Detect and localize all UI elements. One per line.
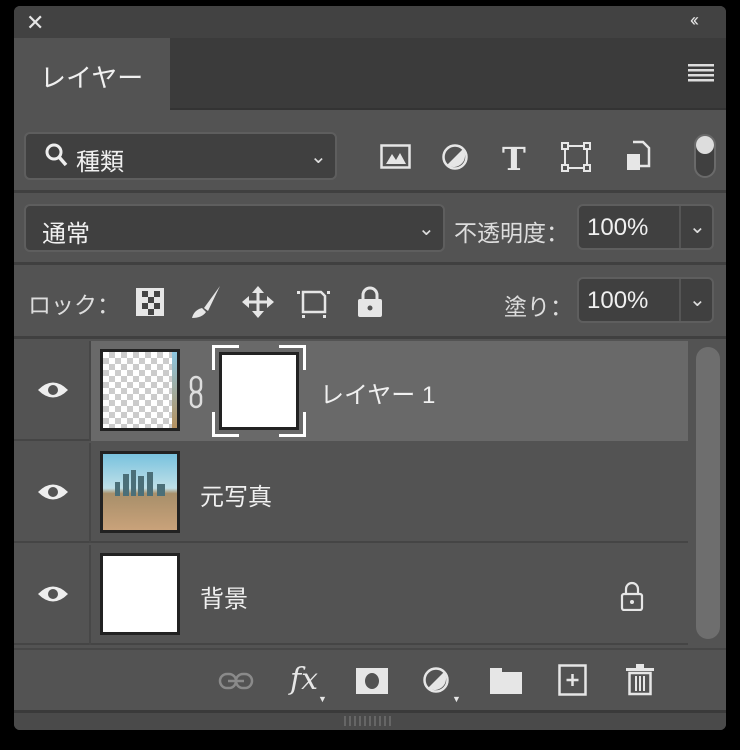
divider — [14, 190, 726, 193]
dropdown-arrow-icon: ▼ — [318, 694, 327, 704]
visibility-toggle[interactable] — [14, 545, 91, 645]
opacity-input[interactable]: 100% ⌄ — [577, 204, 714, 250]
filter-kind-select[interactable]: 種類 ⌄ — [24, 132, 337, 180]
fill-label: 塗り： — [504, 294, 573, 320]
eye-icon — [38, 382, 68, 398]
shape-layer-filter-icon[interactable] — [561, 142, 591, 177]
new-layer-icon[interactable] — [558, 664, 588, 696]
lock-position-move-icon[interactable] — [242, 286, 274, 323]
chevron-down-icon: ⌄ — [310, 146, 327, 168]
fill-input[interactable]: 100% ⌄ — [577, 277, 714, 323]
type-layer-filter-icon[interactable]: T — [502, 140, 526, 178]
tab-layers[interactable]: レイヤー — [14, 38, 170, 112]
eye-icon — [38, 484, 68, 500]
pixel-layer-filter-icon[interactable] — [380, 144, 412, 175]
eye-icon — [38, 586, 68, 602]
layer-lock-icon — [620, 581, 644, 611]
layer-name[interactable]: 背景 — [200, 579, 248, 614]
opacity-value: 100% — [587, 214, 649, 241]
scrollbar-thumb[interactable] — [696, 347, 720, 639]
lock-transparency-icon[interactable] — [136, 288, 164, 321]
layer-thumbnail — [100, 451, 180, 533]
tab-bar: レイヤー — [14, 38, 726, 112]
layer-row[interactable]: 背景 — [14, 545, 688, 645]
lock-all-icon[interactable] — [357, 286, 383, 323]
new-group-folder-icon[interactable] — [490, 668, 522, 694]
smart-object-filter-icon[interactable] — [625, 140, 651, 177]
filter-kind-label: 種類 — [76, 149, 124, 176]
fx-button[interactable]: fx — [290, 662, 318, 697]
collapse-icon[interactable]: ‹‹ — [690, 10, 699, 31]
layer-row[interactable]: 元写真 — [14, 443, 688, 543]
layer-thumbnail — [100, 349, 180, 431]
layer-name[interactable]: レイヤー 1 — [320, 375, 435, 410]
layer-row[interactable]: レイヤー 1 — [14, 341, 688, 441]
delete-layer-trash-icon[interactable] — [626, 664, 654, 696]
blend-mode-value: 通常 — [42, 221, 90, 248]
panel-titlebar: ✕ ‹‹ — [14, 6, 726, 38]
lock-artboard-icon[interactable] — [297, 286, 331, 323]
visibility-toggle[interactable] — [14, 341, 91, 441]
layers-panel: ✕ ‹‹ レイヤー 種類 ⌄ T 通常 ⌄ 不透明度： 100% ⌄ ロック： … — [14, 6, 726, 730]
add-mask-icon[interactable] — [356, 668, 388, 694]
dropdown-arrow-icon: ▼ — [452, 694, 461, 704]
opacity-label: 不透明度： — [454, 220, 569, 246]
mask-link-icon — [189, 375, 203, 409]
lock-label: ロック： — [28, 292, 120, 318]
layer-mask-thumbnail[interactable] — [211, 344, 307, 438]
layer-name[interactable]: 元写真 — [200, 477, 272, 512]
fill-dropdown-icon[interactable]: ⌄ — [689, 287, 706, 312]
layers-list: レイヤー 1 元写真 背景 — [14, 339, 726, 647]
resize-handle[interactable] — [14, 710, 726, 730]
footer-toolbar: fx ▼ ▼ — [14, 648, 726, 710]
close-icon[interactable]: ✕ — [26, 10, 44, 36]
blend-mode-select[interactable]: 通常 ⌄ — [24, 204, 445, 252]
panel-menu-icon[interactable] — [688, 64, 714, 87]
lock-paint-brush-icon[interactable] — [190, 284, 224, 325]
toggle-knob — [696, 136, 714, 154]
layer-thumbnail — [100, 553, 180, 635]
divider — [14, 262, 726, 265]
visibility-toggle[interactable] — [14, 443, 91, 543]
fill-value: 100% — [587, 287, 649, 314]
opacity-dropdown-icon[interactable]: ⌄ — [689, 214, 706, 239]
chevron-down-icon: ⌄ — [418, 218, 435, 240]
adjustment-layer-icon[interactable] — [422, 666, 450, 694]
grip-icon — [344, 716, 392, 726]
link-layers-icon — [218, 672, 254, 690]
search-icon — [44, 142, 68, 175]
filter-toggle[interactable] — [694, 134, 716, 178]
adjustment-layer-filter-icon[interactable] — [441, 143, 469, 176]
